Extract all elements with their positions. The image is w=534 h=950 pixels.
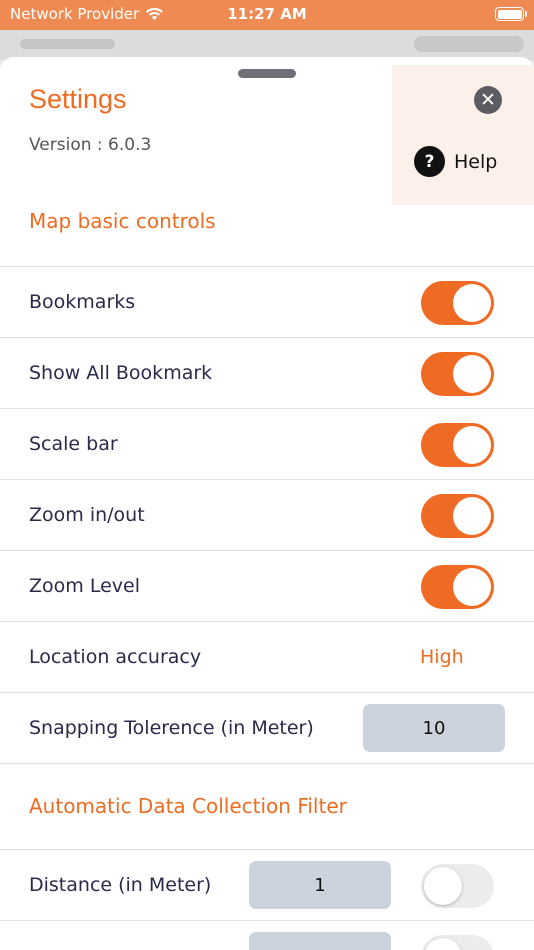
sheet-grabber[interactable] (238, 69, 296, 78)
setting-row-zoom-in-out: Zoom in/out (0, 479, 534, 550)
section-header-auto-filter: Automatic Data Collection Filter (0, 763, 534, 849)
setting-row-partial (0, 920, 534, 950)
setting-label: Location accuracy (29, 646, 202, 668)
close-icon: ✕ (480, 88, 496, 111)
section-title-auto-filter: Automatic Data Collection Filter (29, 794, 347, 818)
section-title-map-controls: Map basic controls (29, 209, 216, 233)
page-title: Settings (29, 84, 127, 114)
setting-row-location-accuracy: Location accuracy High (0, 621, 534, 692)
bookmarks-toggle[interactable] (421, 281, 494, 325)
setting-row-snapping-tolerance: Snapping Tolerence (in Meter) 10 (0, 692, 534, 763)
setting-row-distance: Distance (in Meter) 1 (0, 849, 534, 920)
settings-sheet: Settings Version : 6.0.3 ✕ ? Help Map ba… (0, 57, 534, 950)
setting-label: Zoom Level (29, 575, 140, 597)
status-bar: Network Provider 11:27 AM (0, 0, 534, 30)
status-time: 11:27 AM (227, 5, 307, 23)
battery-icon (495, 7, 527, 21)
settings-list: Bookmarks Show All Bookmark Scale bar Zo… (0, 266, 534, 950)
distance-toggle[interactable] (421, 864, 494, 908)
show-all-bookmark-toggle[interactable] (421, 352, 494, 396)
distance-input[interactable]: 1 (249, 861, 391, 909)
setting-label: Snapping Tolerence (in Meter) (29, 717, 314, 739)
help-label: Help (454, 150, 498, 173)
partial-input[interactable] (249, 932, 391, 950)
faded-logo-image (392, 65, 534, 205)
snapping-tolerance-input[interactable]: 10 (363, 704, 505, 752)
help-button[interactable]: ? Help (414, 146, 497, 177)
zoom-in-out-toggle[interactable] (421, 494, 494, 538)
partial-toggle[interactable] (421, 935, 494, 950)
help-icon: ? (414, 146, 445, 177)
setting-row-scale-bar: Scale bar (0, 408, 534, 479)
map-blur-shape (414, 36, 524, 52)
scale-bar-toggle[interactable] (421, 423, 494, 467)
setting-row-zoom-level: Zoom Level (0, 550, 534, 621)
setting-row-bookmarks: Bookmarks (0, 266, 534, 337)
setting-label: Show All Bookmark (29, 362, 213, 384)
close-button[interactable]: ✕ (474, 86, 502, 114)
zoom-level-toggle[interactable] (421, 565, 494, 609)
setting-label: Zoom in/out (29, 504, 145, 526)
setting-row-show-all-bookmark: Show All Bookmark (0, 337, 534, 408)
version-label: Version : 6.0.3 (29, 135, 152, 155)
setting-label: Bookmarks (29, 291, 136, 313)
map-blur-shape (20, 39, 115, 49)
map-background (0, 30, 534, 60)
setting-label: Scale bar (29, 433, 118, 455)
location-accuracy-selector[interactable]: High (420, 622, 464, 693)
setting-label: Distance (in Meter) (29, 874, 212, 896)
